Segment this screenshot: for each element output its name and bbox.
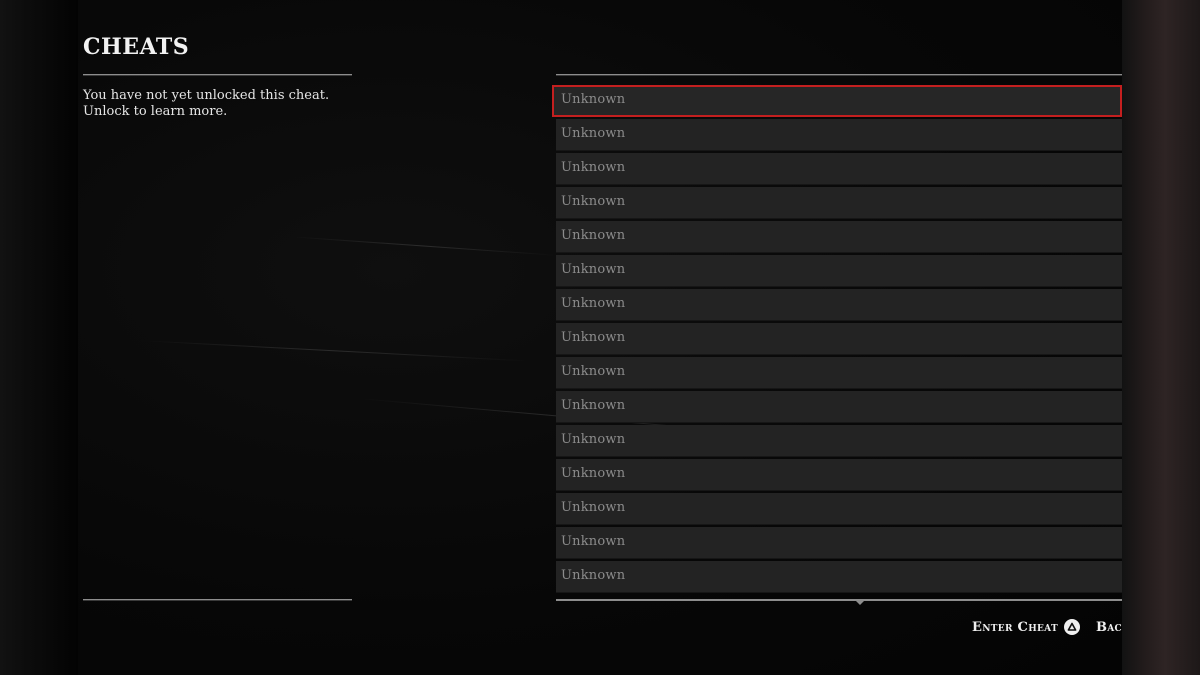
cheat-item-label: Unknown [561, 194, 626, 209]
enter-cheat-button[interactable]: Enter Cheat [972, 619, 1080, 635]
enter-cheat-label: Enter Cheat [972, 619, 1058, 635]
cheat-item-label: Unknown [561, 398, 626, 413]
cheat-item-label: Unknown [561, 432, 626, 447]
description-line: Unlock to learn more. [83, 104, 228, 119]
cheat-list-item[interactable]: Unknown [556, 119, 1122, 151]
scratch-texture [287, 236, 558, 256]
cheat-list-item[interactable]: Unknown [556, 357, 1122, 389]
right-edge-background [1122, 0, 1200, 675]
cheat-item-label: Unknown [561, 160, 626, 175]
cheat-item-label: Unknown [561, 466, 626, 481]
button-prompts: Enter Cheat Bac [972, 616, 1122, 638]
cheat-list-item[interactable]: Unknown [556, 187, 1122, 219]
cheat-item-label: Unknown [561, 296, 626, 311]
cheat-item-label: Unknown [561, 126, 626, 141]
scroll-down-indicator-icon [855, 600, 865, 605]
cheat-description: You have not yet unlocked this cheat. Un… [83, 88, 345, 120]
back-button[interactable]: Bac [1096, 620, 1122, 635]
back-label: Bac [1095, 619, 1122, 635]
cheat-item-label: Unknown [561, 262, 626, 277]
title-divider [83, 74, 352, 75]
cheat-item-label: Unknown [561, 500, 626, 515]
cheat-item-label: Unknown [561, 228, 626, 243]
list-bottom-divider [556, 599, 1122, 601]
cheat-list-item[interactable]: Unknown [556, 425, 1122, 457]
list-top-divider [556, 74, 1122, 75]
cheat-item-label: Unknown [561, 330, 626, 345]
scratch-texture [137, 340, 528, 362]
cheat-list-item[interactable]: Unknown [556, 391, 1122, 423]
left-edge-background [0, 0, 78, 675]
cheat-list-item-selected[interactable]: Unknown [552, 85, 1122, 117]
cheat-list-item[interactable]: Unknown [556, 289, 1122, 321]
cheat-list-item[interactable]: Unknown [556, 527, 1122, 559]
cheat-item-label: Unknown [561, 92, 626, 107]
triangle-button-icon [1063, 619, 1080, 635]
cheats-menu: CHEATS You have not yet unlocked this ch… [78, 0, 1122, 675]
description-line: You have not yet unlocked this cheat. [83, 88, 330, 103]
cheat-list-item[interactable]: Unknown [556, 459, 1122, 491]
cheat-list-item[interactable]: Unknown [556, 221, 1122, 253]
cheat-list-item[interactable]: Unknown [556, 255, 1122, 287]
cheat-list-item[interactable]: Unknown [556, 153, 1122, 185]
cheat-list: Unknown Unknown Unknown Unknown Unknown … [552, 85, 1122, 595]
panel-bottom-divider [83, 599, 352, 600]
cheat-item-label: Unknown [561, 534, 626, 549]
cheat-item-label: Unknown [561, 364, 626, 379]
page-title: CHEATS [83, 34, 190, 60]
cheats-screen: CHEATS You have not yet unlocked this ch… [0, 0, 1200, 675]
cheat-list-item[interactable]: Unknown [556, 493, 1122, 525]
cheat-list-item[interactable]: Unknown [556, 561, 1122, 593]
cheat-list-item[interactable]: Unknown [556, 323, 1122, 355]
cheat-item-label: Unknown [561, 568, 626, 583]
